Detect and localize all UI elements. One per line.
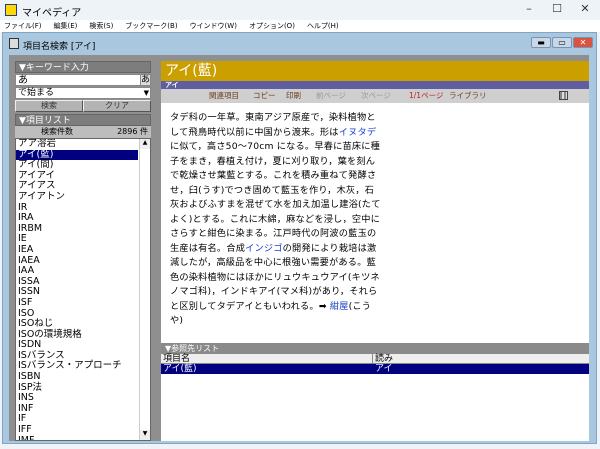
scroll-down-icon[interactable]: ▼ xyxy=(140,430,150,440)
list-item[interactable]: IMF xyxy=(16,435,138,440)
app-title: マイペディア xyxy=(22,8,82,19)
article-link[interactable]: イヌタデ xyxy=(339,127,377,138)
client-area: ▼キーワード入力 あ あ で始まる ▼ 検索 クリア ▼項目リスト 検索件数 2… xyxy=(9,55,589,441)
child-close-button[interactable]: ✕ xyxy=(573,37,593,48)
close-button[interactable]: ✕ xyxy=(572,2,598,18)
list-item[interactable]: INF xyxy=(16,403,138,415)
list-item[interactable]: IFF xyxy=(16,424,138,436)
search-button[interactable]: 検索 xyxy=(15,100,83,112)
keyword-value: あ xyxy=(18,75,28,86)
list-item[interactable]: INS xyxy=(16,393,138,404)
copy-button[interactable]: コピー xyxy=(253,89,276,103)
menu-item[interactable]: ヘルプ(H) xyxy=(307,21,339,31)
list-item[interactable]: ISSN xyxy=(16,287,138,298)
menu-item[interactable]: 編集(E) xyxy=(54,21,78,31)
scroll-up-icon[interactable]: ▲ xyxy=(140,139,150,149)
next-page-button[interactable]: 次ページ xyxy=(361,89,391,103)
article-toolbar: 関連項目 コピー 印刷 前ページ 次ページ 1/1ページ ライブラリ xyxy=(161,89,589,103)
menu-item[interactable]: ウインドウ(W) xyxy=(190,21,237,31)
list-item[interactable]: アイアトン xyxy=(16,191,138,203)
match-mode-select[interactable]: で始まる ▼ xyxy=(15,87,151,99)
match-mode-value: で始まる xyxy=(18,88,55,98)
column-header-name[interactable]: 項目名 xyxy=(161,354,373,364)
keyword-header: ▼キーワード入力 xyxy=(15,61,151,73)
reference-header: ▼参照先リスト xyxy=(161,343,589,354)
count-label: 検索件数 xyxy=(41,127,73,136)
itemlist-header: ▼項目リスト xyxy=(15,114,151,126)
article-reading: アイ xyxy=(161,81,589,89)
page-indicator: 1/1ページ xyxy=(409,91,444,100)
child-minimize-button[interactable]: ▬ xyxy=(531,37,551,48)
maximize-button[interactable]: ☐ xyxy=(544,2,570,18)
clear-button[interactable]: クリア xyxy=(83,100,151,112)
menu-item[interactable]: オプション(O) xyxy=(249,21,295,31)
article-panel: アイ(藍) アイ 関連項目 コピー 印刷 前ページ 次ページ 1/1ページ ライ… xyxy=(161,61,589,441)
reference-panel: ▼参照先リスト 項目名 読み アイ(藍) アイ xyxy=(161,343,589,441)
app-title-bar: マイペディア – ☐ ✕ xyxy=(0,0,600,20)
menu-item[interactable]: ファイル(F) xyxy=(4,21,42,31)
child-window-title: 項目名検索 [アイ] xyxy=(23,42,96,52)
article-link[interactable]: 紺屋 xyxy=(330,301,349,312)
list-item[interactable]: ISF xyxy=(16,297,138,309)
list-item[interactable]: IR xyxy=(16,202,138,214)
search-window: 項目名検索 [アイ] ▬ ▭ ✕ ▼キーワード入力 あ あ で始まる ▼ 検索 … xyxy=(2,32,597,444)
list-item[interactable]: IF xyxy=(16,414,138,425)
keyword-input[interactable]: あ あ xyxy=(15,74,151,86)
list-item[interactable]: IE xyxy=(16,234,138,245)
chevron-down-icon: ▼ xyxy=(143,89,149,97)
article-text: に似て，高さ50〜70cm になる。早春に苗床に種子をまき，春植え付け，夏に刈り… xyxy=(170,141,381,254)
related-items-button[interactable]: 関連項目 xyxy=(209,89,239,103)
menu-item[interactable]: 検索(S) xyxy=(89,21,113,31)
book-icon xyxy=(9,38,19,49)
library-button[interactable]: ライブラリ xyxy=(449,89,487,103)
list-item[interactable]: IEA xyxy=(16,244,138,256)
prev-page-button[interactable]: 前ページ xyxy=(316,89,346,103)
ime-mode-button[interactable]: あ xyxy=(140,75,150,85)
list-item[interactable]: IAEA xyxy=(16,255,138,267)
reference-row[interactable]: アイ(藍) アイ xyxy=(161,364,589,374)
list-item[interactable]: アア溶岩 xyxy=(16,139,138,150)
reference-name: アイ(藍) xyxy=(163,364,197,374)
article-link[interactable]: インジゴ xyxy=(245,243,283,254)
article-body: タデ科の一年草。東南アジア原産で，染料植物として飛鳥時代以前に中国から渡来。形は… xyxy=(170,111,382,329)
reference-header-row: 項目名 読み xyxy=(161,354,589,364)
list-item[interactable]: ISP法 xyxy=(16,382,138,394)
list-scrollbar[interactable]: ▲ ▼ xyxy=(139,139,150,440)
app-icon xyxy=(5,4,17,16)
reference-reading: アイ xyxy=(375,364,393,374)
count-value: 2896 件 xyxy=(117,127,148,136)
column-header-reading[interactable]: 読み xyxy=(373,354,589,364)
menu-bar: ファイル(F) 編集(E) 検索(S) ブックマーク(B) ウインドウ(W) オプション(… xyxy=(0,20,600,32)
list-item[interactable]: IRBM xyxy=(16,223,138,235)
minimize-button[interactable]: – xyxy=(516,2,542,18)
item-list[interactable]: アア溶岩 アイ(藍) アイ(間) アイアイ アイアス アイアトン IR IRA IRBM IE IE… xyxy=(15,138,151,441)
layout-grid-icon[interactable] xyxy=(559,91,568,100)
left-panel: ▼キーワード入力 あ あ で始まる ▼ 検索 クリア ▼項目リスト 検索件数 2… xyxy=(15,61,151,441)
result-count-row: 検索件数 2896 件 xyxy=(15,126,151,138)
child-maximize-button[interactable]: ▭ xyxy=(552,37,572,48)
article-title: アイ(藍) xyxy=(161,61,589,81)
print-button[interactable]: 印刷 xyxy=(286,89,301,103)
menu-item[interactable]: ブックマーク(B) xyxy=(125,21,177,31)
